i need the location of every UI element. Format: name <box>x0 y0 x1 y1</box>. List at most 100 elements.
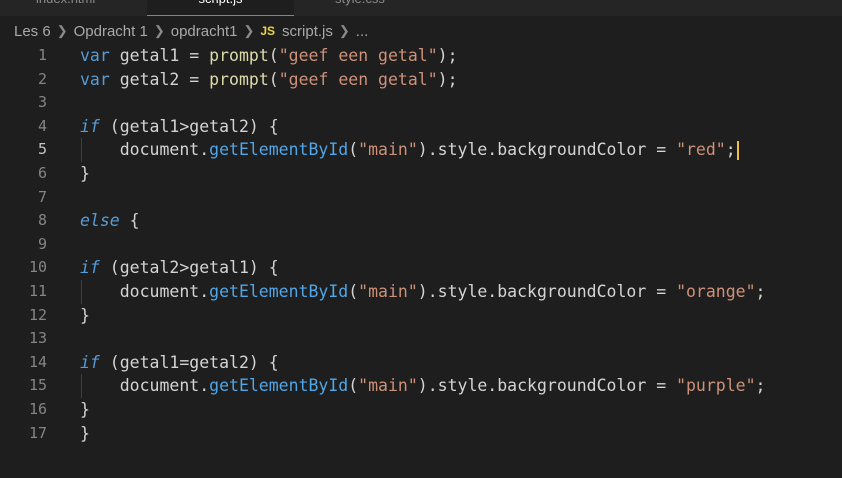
chevron-right-icon: ❯ <box>243 23 255 38</box>
code-token: ; <box>725 140 736 160</box>
line-number: 16 <box>28 399 47 418</box>
code-token: var <box>80 69 110 89</box>
code-line[interactable]: 7 <box>0 186 842 210</box>
breadcrumb-item-symbols[interactable]: ... <box>356 23 369 40</box>
code-token: (getal2 <box>99 258 180 278</box>
code-token: } <box>80 399 90 419</box>
code-token: { <box>268 258 279 278</box>
tab-index-html[interactable]: index.html <box>36 0 95 16</box>
tab-strip: index.html script.js style.css <box>0 0 842 16</box>
breadcrumb: Les 6 ❯ Opdracht 1 ❯ opdracht1 ❯ JS scri… <box>0 16 842 46</box>
code-token: } <box>80 423 90 443</box>
code-token: > <box>179 258 190 278</box>
line-number: 11 <box>28 281 47 300</box>
code-token: getElementById <box>209 281 349 301</box>
line-number: 10 <box>28 258 47 277</box>
code-token: getal1 <box>109 46 190 65</box>
code-token: getal2) <box>189 352 269 372</box>
code-token: getal2 <box>109 69 190 89</box>
line-code: } <box>80 162 90 186</box>
code-line[interactable]: 12} <box>0 304 842 328</box>
code-token: ( <box>268 69 279 89</box>
line-number: 2 <box>37 69 47 88</box>
line-number: 17 <box>28 423 47 442</box>
code-line[interactable]: 11 document.getElementById("main").style… <box>0 279 842 304</box>
chevron-right-icon: ❯ <box>153 23 165 38</box>
code-line[interactable]: 3 <box>0 91 842 115</box>
code-editor[interactable]: index.html script.js style.css Les 6 ❯ O… <box>0 0 842 478</box>
line-number: 15 <box>28 376 47 395</box>
code-token: getal1) <box>189 258 269 278</box>
chevron-right-icon: ❯ <box>56 23 68 38</box>
line-number: 13 <box>28 329 47 348</box>
line-code: var getal1 = prompt("geef een getal"); <box>80 44 458 68</box>
breadcrumb-item-file[interactable]: script.js <box>282 23 333 40</box>
breadcrumb-item-opdracht1-folder[interactable]: Opdracht 1 <box>74 23 148 40</box>
code-token: ); <box>437 46 458 65</box>
line-number: 3 <box>37 93 47 112</box>
code-line[interactable]: 14 if (getal1=getal2) { <box>0 351 842 375</box>
line-code: } <box>80 398 90 422</box>
line-code: else { <box>80 209 140 233</box>
line-number: 14 <box>28 352 47 371</box>
code-line[interactable]: 13 <box>0 327 842 351</box>
code-token: document. <box>80 140 210 160</box>
line-code: if (getal2>getal1) { <box>80 256 279 280</box>
code-token: getElementById <box>209 376 349 396</box>
code-area[interactable]: 1 var getal1 = prompt("geef een getal"); 2… <box>0 44 842 445</box>
code-token: (getal1 <box>99 352 180 372</box>
code-line[interactable]: 6} <box>0 162 842 186</box>
code-token: } <box>80 305 90 325</box>
code-line[interactable]: 1 var getal1 = prompt("geef een getal"); <box>0 44 842 68</box>
breadcrumb-item-opdracht1[interactable]: opdracht1 <box>171 23 238 40</box>
line-number: 5 <box>37 140 47 159</box>
code-token: "main" <box>358 376 418 396</box>
code-token: .style.backgroundColor <box>427 376 657 396</box>
line-code: document.getElementById("main").style.ba… <box>80 374 766 398</box>
code-line[interactable]: 15 document.getElementById("main").style… <box>0 374 842 398</box>
code-token: = <box>656 140 677 160</box>
code-token: } <box>80 163 90 183</box>
tab-script-js[interactable]: script.js <box>147 0 294 16</box>
line-code: document.getElementById("main").style.ba… <box>80 138 739 162</box>
code-token: ) <box>417 376 428 396</box>
code-token: else <box>80 211 120 231</box>
code-token: { <box>119 211 140 231</box>
code-line[interactable]: 8 else { <box>0 209 842 233</box>
code-line[interactable]: 5 document.getElementById("main").style.… <box>0 138 842 162</box>
text-cursor <box>736 141 739 161</box>
code-line[interactable]: 2 var getal2 = prompt("geef een getal"); <box>0 68 842 92</box>
line-number: 7 <box>37 187 47 206</box>
code-token: .style.backgroundColor <box>427 281 657 301</box>
code-token: ( <box>268 46 279 65</box>
code-token: "purple" <box>676 376 756 396</box>
code-token: "main" <box>358 281 418 301</box>
line-code: if (getal1=getal2) { <box>80 351 279 375</box>
code-token: prompt <box>209 69 269 89</box>
line-code: } <box>80 422 90 446</box>
javascript-file-icon: JS <box>260 24 276 38</box>
code-line[interactable]: 16} <box>0 398 842 422</box>
code-line[interactable]: 9 <box>0 233 842 257</box>
code-token: prompt <box>209 46 269 65</box>
line-number: 1 <box>37 46 47 64</box>
code-token: = <box>189 46 210 65</box>
code-token: if <box>80 116 100 136</box>
code-token: ; <box>755 281 766 301</box>
code-token: "red" <box>676 140 726 160</box>
line-number: 6 <box>37 163 47 182</box>
tab-style-css[interactable]: style.css <box>335 0 385 16</box>
code-line[interactable]: 4 if (getal1>getal2) { <box>0 115 842 139</box>
code-token: ); <box>437 69 458 89</box>
line-number: 8 <box>37 211 47 230</box>
code-token: "main" <box>358 140 418 160</box>
breadcrumb-item-les6[interactable]: Les 6 <box>14 23 51 40</box>
code-line[interactable]: 10 if (getal2>getal1) { <box>0 256 842 280</box>
code-token: ( <box>348 140 359 160</box>
code-token: ( <box>348 376 359 396</box>
code-token: = <box>189 69 210 89</box>
code-token: { <box>268 352 279 372</box>
code-line[interactable]: 17} <box>0 422 842 446</box>
code-token: ( <box>348 281 359 301</box>
line-number: 4 <box>37 116 47 135</box>
